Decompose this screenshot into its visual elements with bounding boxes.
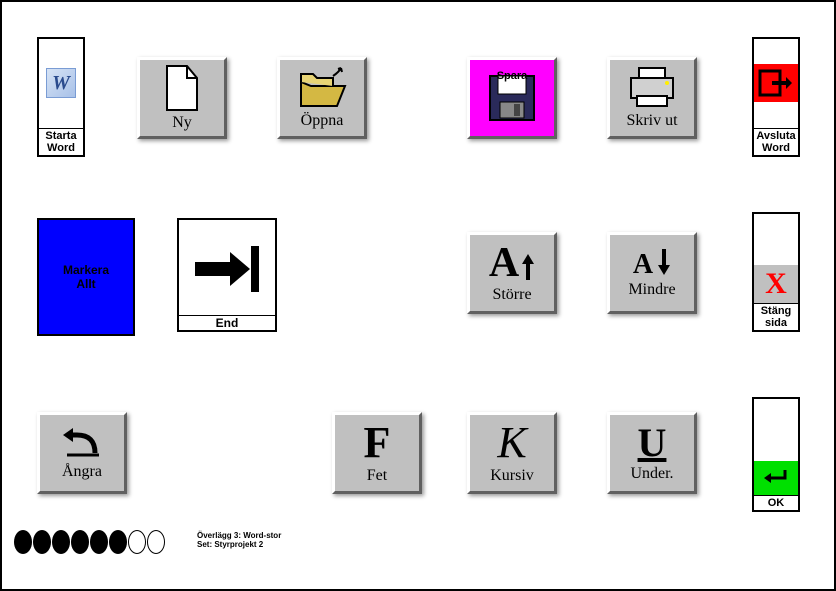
- underline-label: Under.: [630, 465, 673, 483]
- font-bigger-button[interactable]: A Större: [467, 232, 557, 314]
- close-label-1: Stäng: [761, 305, 792, 317]
- page-indicator: [14, 530, 165, 554]
- undo-label: Ångra: [62, 463, 102, 481]
- bold-icon: F: [364, 421, 391, 465]
- exit-label-1: Avsluta: [756, 130, 795, 142]
- undo-button[interactable]: Ångra: [37, 412, 127, 494]
- select-all-label-2: Allt: [76, 277, 95, 291]
- save-label: Spara: [497, 70, 528, 82]
- exit-icon: [754, 39, 798, 128]
- end-label: End: [179, 315, 275, 330]
- italic-icon: K: [497, 421, 526, 465]
- start-word-button[interactable]: W Starta Word: [37, 37, 85, 157]
- start-word-label-1: Starta: [45, 130, 76, 142]
- italic-label: Kursiv: [490, 467, 534, 485]
- exit-label-2: Word: [762, 142, 790, 154]
- exit-word-button[interactable]: Avsluta Word: [752, 37, 800, 157]
- printer-icon: [627, 66, 677, 110]
- bold-button[interactable]: F Fet: [332, 412, 422, 494]
- footer-text: Överlägg 3: Word-stor Set: Styrprojekt 2: [197, 532, 281, 550]
- print-label: Skriv ut: [626, 112, 677, 130]
- underline-button[interactable]: U Under.: [607, 412, 697, 494]
- bold-label: Fet: [367, 467, 387, 485]
- close-page-button[interactable]: X Stäng sida: [752, 212, 800, 332]
- underline-icon: U: [638, 423, 667, 463]
- open-label: Öppna: [301, 112, 344, 130]
- smaller-font-icon: A: [633, 247, 671, 279]
- enter-icon: [754, 399, 798, 495]
- close-x-icon: X: [754, 214, 798, 303]
- end-arrow-icon: [179, 220, 275, 315]
- select-all-button[interactable]: Markera Allt: [37, 218, 135, 336]
- ok-label: OK: [754, 495, 798, 510]
- close-label-2: sida: [765, 317, 787, 329]
- new-button[interactable]: Ny: [137, 57, 227, 139]
- font-smaller-button[interactable]: A Mindre: [607, 232, 697, 314]
- bigger-font-icon: A: [489, 242, 535, 284]
- undo-icon: [59, 425, 105, 461]
- select-all-label-1: Markera: [63, 263, 109, 277]
- end-button[interactable]: End: [177, 218, 277, 332]
- new-label: Ny: [172, 114, 192, 132]
- bigger-label: Större: [492, 286, 531, 304]
- open-button[interactable]: Öppna: [277, 57, 367, 139]
- word-icon: W: [39, 39, 83, 128]
- save-button[interactable]: Spara: [467, 57, 557, 139]
- open-folder-icon: [297, 66, 347, 110]
- print-button[interactable]: Skriv ut: [607, 57, 697, 139]
- new-file-icon: [162, 64, 202, 112]
- ok-button[interactable]: OK: [752, 397, 800, 512]
- smaller-label: Mindre: [628, 281, 675, 299]
- italic-button[interactable]: K Kursiv: [467, 412, 557, 494]
- start-word-label-2: Word: [47, 142, 75, 154]
- footer-line-2: Set: Styrprojekt 2: [197, 541, 281, 550]
